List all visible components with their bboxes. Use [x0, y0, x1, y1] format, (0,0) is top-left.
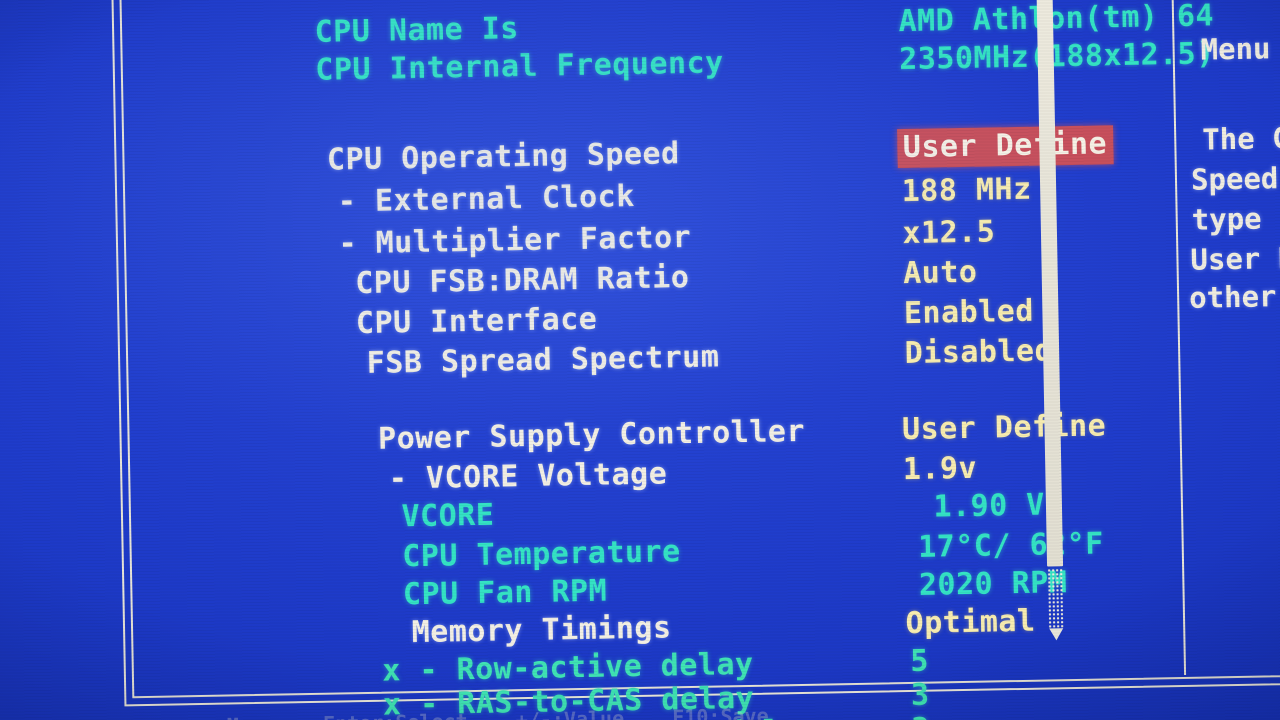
value-cpu-internal-frequency-wrap: 2350MHz(188x12.5) [750, 9, 1216, 107]
monitor-photo: CPU Name Is AMD Athlon(tm) 64 CPU Intern… [0, 0, 1280, 720]
value-fsb-spread-spectrum: Disabled [904, 333, 1054, 372]
bios-page: CPU Name Is AMD Athlon(tm) 64 CPU Intern… [0, 0, 1280, 720]
value-row-precharge-delay-wrap: 2 [762, 685, 931, 720]
scrollbar-track[interactable] [1047, 568, 1065, 629]
scroll-down-arrow-icon[interactable] [1049, 628, 1064, 641]
label-cpu-internal-frequency: CPU Internal Frequency [315, 45, 724, 88]
value-row-precharge-delay: 2 [911, 712, 930, 720]
help-line-4: User D [1190, 240, 1280, 277]
help-line-1: The C [1201, 120, 1280, 157]
bios-screen: CPU Name Is AMD Athlon(tm) 64 CPU Intern… [0, 0, 1280, 720]
help-panel-title: Menu [1200, 31, 1271, 67]
help-line-3: type [1191, 201, 1262, 237]
help-line-5: other [1188, 279, 1277, 315]
row-cpu-internal-frequency: CPU Internal Frequency [166, 18, 724, 118]
help-line-2: Speed [1190, 161, 1279, 197]
label-fsb-spread-spectrum: FSB Spread Spectrum [366, 339, 720, 381]
